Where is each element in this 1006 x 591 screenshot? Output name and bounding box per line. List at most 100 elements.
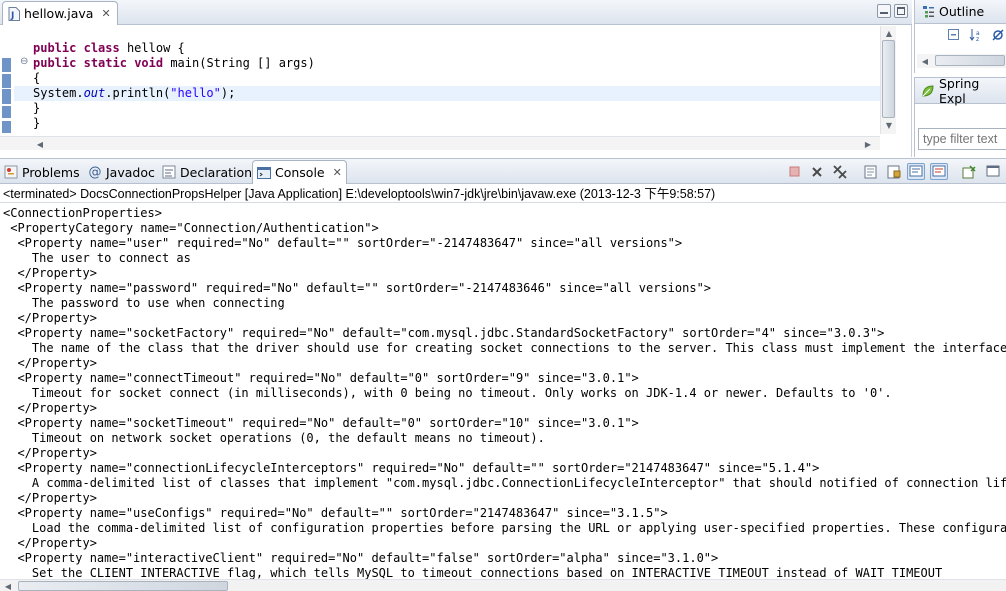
close-icon[interactable]: ✕ xyxy=(101,8,110,19)
console-line: Load the comma-delimited list of configu… xyxy=(3,521,1006,535)
change-marker xyxy=(2,74,11,88)
java-file-icon: J xyxy=(7,6,20,21)
scroll-thumb[interactable] xyxy=(882,40,895,118)
close-icon[interactable]: ✕ xyxy=(333,166,342,179)
display-console-icon[interactable] xyxy=(984,163,1002,180)
editor-tab-bar: J hellow.java ✕ xyxy=(0,0,912,25)
tab-label: Declaration xyxy=(180,164,253,180)
console-line: </Property> xyxy=(3,401,97,415)
terminate-icon[interactable] xyxy=(785,163,803,180)
scroll-up-icon[interactable]: ▲ xyxy=(881,26,897,40)
console-line: <Property name="interactiveClient" requi… xyxy=(3,551,719,565)
console-line: <Property name="socketTimeout" required=… xyxy=(3,416,639,430)
remove-launch-icon[interactable] xyxy=(808,163,826,180)
editor-gutter xyxy=(0,26,14,139)
hide-fields-icon[interactable] xyxy=(991,28,1005,42)
outline-view: Outline az ◀ xyxy=(914,0,1006,73)
code-token: "hello" xyxy=(170,86,221,100)
pin-console-icon[interactable] xyxy=(960,163,978,180)
console-line: <Property name="user" required="No" defa… xyxy=(3,236,683,250)
show-on-stderr-icon[interactable] xyxy=(930,163,948,180)
console-pane: Problems @ Javadoc Declaration Console ✕ xyxy=(0,158,1006,591)
outline-tab[interactable]: Outline xyxy=(915,0,1006,24)
maximize-button[interactable] xyxy=(894,4,908,18)
spring-explorer-tab[interactable]: Spring Expl xyxy=(915,75,1006,106)
code-token: main(String [] args) xyxy=(163,56,315,70)
code-line: { xyxy=(33,71,40,86)
remove-all-terminated-icon[interactable] xyxy=(831,163,849,180)
scroll-left-icon[interactable]: ◀ xyxy=(917,54,933,68)
console-line: <Property name="connectionLifecycleInter… xyxy=(3,461,820,475)
console-icon xyxy=(257,166,271,180)
console-line: </Property> xyxy=(3,446,97,460)
console-line: Set the CLIENT_INTERACTIVE flag, which t… xyxy=(3,566,943,579)
scroll-left-icon[interactable]: ◀ xyxy=(0,580,16,591)
change-marker xyxy=(2,121,11,133)
console-line: </Property> xyxy=(3,266,97,280)
console-line: The password to use when connecting xyxy=(3,296,285,310)
tab-console[interactable]: Console ✕ xyxy=(252,160,347,184)
change-marker xyxy=(2,58,11,72)
code-editor[interactable]: ⊖ public class hellow {public static voi… xyxy=(0,26,880,139)
console-horizontal-scrollbar[interactable]: ◀ xyxy=(0,579,1006,591)
console-line: <PropertyCategory name="Connection/Authe… xyxy=(3,221,379,235)
code-token: } xyxy=(33,101,41,115)
console-output[interactable]: <ConnectionProperties> <PropertyCategory… xyxy=(0,204,1006,579)
svg-text:z: z xyxy=(976,36,979,42)
code-line: } xyxy=(33,116,40,131)
collapse-all-icon[interactable] xyxy=(947,28,961,42)
code-token: class xyxy=(83,41,120,55)
scroll-left-icon[interactable]: ◀ xyxy=(32,137,48,151)
scroll-thumb[interactable] xyxy=(18,581,228,591)
tab-problems[interactable]: Problems xyxy=(0,160,84,184)
show-on-stdout-icon[interactable] xyxy=(907,163,925,180)
tab-declaration[interactable]: Declaration xyxy=(158,160,256,184)
console-line: <Property name="useConfigs" required="No… xyxy=(3,506,668,520)
editor-vertical-scrollbar[interactable]: ▲ ▼ xyxy=(880,26,896,134)
console-line: <Property name="socketFactory" required=… xyxy=(3,326,885,340)
minimize-button[interactable] xyxy=(877,4,891,18)
editor-tab-label: hellow.java xyxy=(24,6,94,21)
tab-label: Problems xyxy=(22,164,80,180)
console-line: <Property name="password" required="No" … xyxy=(3,281,712,295)
code-line: System.out.println("hello"); xyxy=(14,86,880,101)
console-line: Timeout on network socket operations (0,… xyxy=(3,431,545,445)
fold-icon[interactable]: ⊖ xyxy=(20,56,28,67)
outline-icon xyxy=(921,5,935,19)
console-line: </Property> xyxy=(3,491,97,505)
console-line: The name of the class that the driver sh… xyxy=(3,341,1006,355)
scroll-thumb[interactable] xyxy=(935,55,1005,66)
scroll-down-icon[interactable]: ▼ xyxy=(881,118,897,132)
spring-explorer-label: Spring Expl xyxy=(939,75,980,106)
code-token: { xyxy=(33,71,41,85)
editor-tab-hellow-java[interactable]: J hellow.java ✕ xyxy=(2,1,118,25)
console-line: A comma-delimited list of classes that i… xyxy=(3,476,1006,490)
console-line: </Property> xyxy=(3,356,97,370)
clear-console-icon[interactable] xyxy=(862,163,880,180)
sort-icon[interactable]: az xyxy=(969,28,983,42)
console-line: <Property name="connectTimeout" required… xyxy=(3,371,639,385)
code-line: public static void main(String [] args) xyxy=(33,56,315,71)
scroll-lock-icon[interactable] xyxy=(885,163,903,180)
code-token: hellow { xyxy=(119,41,185,55)
code-line: public class hellow { xyxy=(33,41,185,56)
console-line: Timeout for socket connect (in milliseco… xyxy=(3,386,892,400)
console-line: The user to connect as xyxy=(3,251,191,265)
type-filter-input[interactable] xyxy=(918,128,1006,150)
editor-horizontal-scrollbar[interactable]: ◀ ▶ xyxy=(0,136,880,150)
code-token: void xyxy=(134,56,164,70)
change-marker xyxy=(2,89,11,104)
code-line: } xyxy=(33,101,40,116)
tab-javadoc[interactable]: @ Javadoc xyxy=(84,160,159,184)
console-line: </Property> xyxy=(3,536,97,550)
scroll-right-icon[interactable]: ▶ xyxy=(860,137,876,151)
code-token: System. xyxy=(33,86,84,100)
tab-label: Javadoc xyxy=(106,164,155,180)
code-token: static xyxy=(83,56,127,70)
javadoc-icon: @ xyxy=(88,164,102,180)
code-token: public xyxy=(33,56,77,70)
outline-horizontal-scrollbar[interactable]: ◀ xyxy=(917,54,1006,68)
outline-tab-label: Outline xyxy=(939,4,985,19)
editor-pane: J hellow.java ✕ ⊖ public class hellow {p… xyxy=(0,0,912,157)
